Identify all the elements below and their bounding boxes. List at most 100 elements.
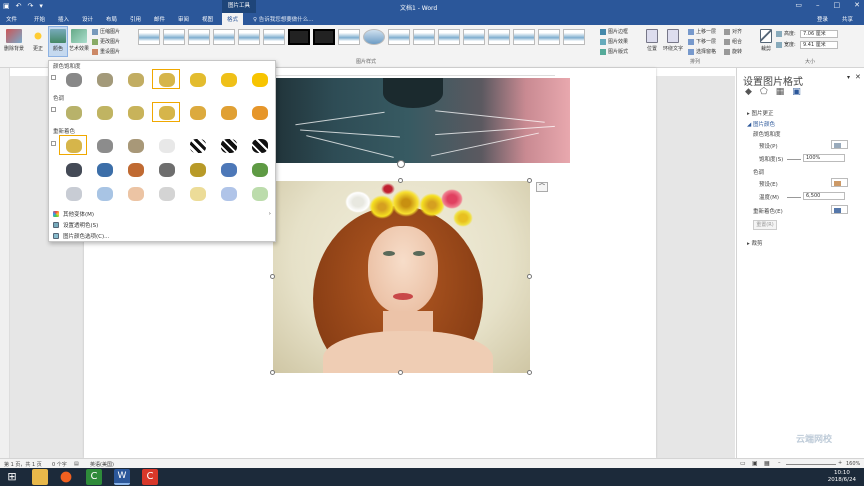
language[interactable]: 英语(美国) [90, 461, 114, 468]
saturation-200-swatch[interactable] [245, 69, 273, 89]
style-thumb[interactable] [188, 29, 210, 45]
set-transparent-color-item[interactable]: 设置透明色(S) [53, 221, 98, 229]
zoom-level[interactable]: 160% [846, 461, 860, 467]
tab-home[interactable]: 开始 [34, 15, 45, 23]
resize-handle[interactable] [398, 370, 403, 375]
recolor-swatch[interactable] [214, 135, 242, 155]
bring-forward-button[interactable]: 上移一层 [688, 28, 716, 35]
firefox-icon[interactable] [58, 469, 74, 485]
saturation-166-swatch[interactable] [214, 69, 242, 89]
rotate-button[interactable]: 旋转 [724, 48, 742, 55]
minimize-icon[interactable]: – [816, 1, 820, 9]
position-button[interactable]: 位置 [644, 29, 660, 52]
style-thumb[interactable] [563, 29, 585, 45]
height-input[interactable]: 7.06 厘米 [800, 30, 838, 38]
tab-insert[interactable]: 插入 [58, 15, 69, 23]
recolor-dropdown[interactable] [831, 205, 848, 214]
tab-layout[interactable]: 布局 [106, 15, 117, 23]
tone-preset-dropdown[interactable] [831, 178, 848, 187]
artistic-effects-button[interactable]: 艺术效果 [68, 29, 90, 52]
send-backward-button[interactable]: 下移一层 [688, 38, 716, 45]
change-picture-button[interactable]: 更改图片 [92, 38, 120, 45]
resize-handle[interactable] [270, 274, 275, 279]
saturation-66-swatch[interactable] [121, 69, 149, 89]
pane-close-icon[interactable]: ✕ [855, 73, 861, 81]
compress-pictures-button[interactable]: 压缩图片 [92, 28, 120, 35]
temperature-slider[interactable] [787, 197, 801, 198]
picture-corrections-header[interactable]: ▸ 图片更正 [747, 109, 774, 117]
recolor-swatch[interactable] [90, 135, 118, 155]
redo-icon[interactable]: ↷ [28, 2, 34, 10]
style-thumb[interactable] [538, 29, 560, 45]
tab-file[interactable]: 文件 [6, 15, 17, 23]
word-app-icon[interactable]: W [114, 469, 130, 485]
recolor-swatch[interactable] [183, 159, 211, 179]
style-thumb[interactable] [463, 29, 485, 45]
width-input[interactable]: 9.41 厘米 [800, 41, 838, 49]
tone-swatch[interactable] [152, 102, 180, 122]
save-icon[interactable]: ▣ [3, 2, 10, 10]
picture-color-header[interactable]: ◢ 图片颜色 [747, 120, 775, 128]
style-thumb[interactable] [288, 29, 310, 45]
align-button[interactable]: 对齐 [724, 28, 742, 35]
share-button[interactable]: 共享 [842, 15, 853, 23]
selection-pane-button[interactable]: 选择窗格 [688, 48, 716, 55]
zoom-out-icon[interactable]: – [778, 460, 781, 466]
picture-effects-button[interactable]: 图片效果 [600, 38, 628, 45]
recolor-swatch[interactable] [121, 159, 149, 179]
page-count[interactable]: 第 1 页，共 1 页 [4, 461, 42, 468]
recolor-swatch[interactable] [90, 183, 118, 203]
zoom-slider[interactable] [786, 464, 836, 465]
print-layout-icon[interactable]: ▣ [752, 460, 758, 467]
undo-icon[interactable]: ↶ [16, 2, 22, 10]
style-thumb[interactable] [338, 29, 360, 45]
style-thumb[interactable] [138, 29, 160, 45]
tab-references[interactable]: 引用 [130, 15, 141, 23]
camtasia-recorder-icon[interactable]: C [142, 469, 158, 485]
recolor-swatch[interactable] [59, 135, 87, 155]
proofing-icon[interactable]: ▤ [74, 461, 79, 467]
picture-border-button[interactable]: 图片边框 [600, 28, 628, 35]
tab-review[interactable]: 审阅 [178, 15, 189, 23]
crop-header[interactable]: ▸ 裁剪 [747, 239, 763, 247]
style-thumb[interactable] [363, 29, 385, 45]
style-thumb[interactable] [213, 29, 235, 45]
style-thumb[interactable] [263, 29, 285, 45]
file-explorer-icon[interactable] [32, 469, 48, 485]
recolor-swatch[interactable] [59, 183, 87, 203]
read-mode-icon[interactable]: ▭ [740, 460, 746, 467]
recolor-swatch[interactable] [245, 183, 273, 203]
tab-mailings[interactable]: 邮件 [154, 15, 165, 23]
saturation-100-swatch[interactable] [152, 69, 180, 89]
resize-handle[interactable] [527, 178, 532, 183]
login-link[interactable]: 登录 [817, 15, 828, 23]
close-icon[interactable]: ✕ [854, 1, 860, 9]
recolor-swatch[interactable] [152, 135, 180, 155]
recolor-swatch[interactable] [183, 183, 211, 203]
web-layout-icon[interactable]: ▦ [764, 460, 770, 467]
saturation-slider[interactable] [787, 159, 801, 160]
reset-picture-button[interactable]: 重设图片 [92, 48, 120, 55]
effects-pentagon-icon[interactable]: ⬠ [760, 87, 768, 97]
pane-options-icon[interactable]: ▾ [847, 74, 850, 81]
recolor-swatch[interactable] [245, 135, 273, 155]
tell-me-search[interactable]: ♀ 告诉我您想要做什么... [253, 15, 314, 23]
customize-qat-icon[interactable]: ▾ [39, 2, 43, 10]
word-count[interactable]: 0 个字 [52, 461, 67, 468]
portrait-image[interactable] [273, 181, 530, 373]
recolor-swatch[interactable] [214, 159, 242, 179]
style-thumb[interactable] [238, 29, 260, 45]
cat-image[interactable] [275, 78, 570, 163]
style-thumb[interactable] [513, 29, 535, 45]
temperature-input[interactable]: 6,500 [803, 192, 845, 200]
ribbon-display-icon[interactable]: ▭ [795, 1, 802, 9]
recolor-swatch[interactable] [152, 183, 180, 203]
tone-swatch[interactable] [183, 102, 211, 122]
style-thumb[interactable] [163, 29, 185, 45]
group-button[interactable]: 组合 [724, 38, 742, 45]
recolor-swatch[interactable] [183, 135, 211, 155]
style-thumb[interactable] [438, 29, 460, 45]
picture-color-options-item[interactable]: 图片颜色选项(C)... [53, 232, 109, 240]
recolor-swatch[interactable] [214, 183, 242, 203]
rotate-handle-icon[interactable] [397, 160, 405, 168]
